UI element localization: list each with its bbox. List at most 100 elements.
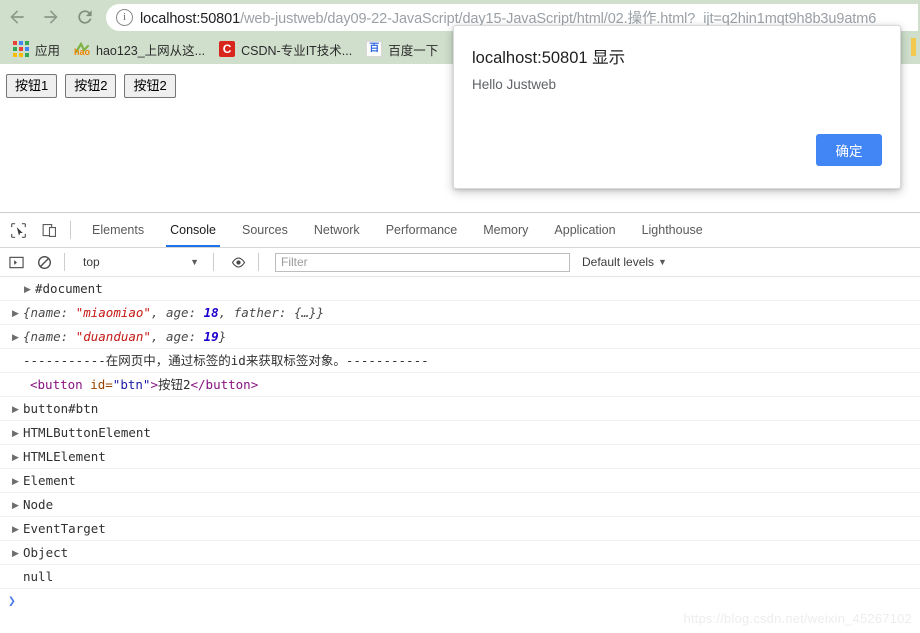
console-toolbar-divider-1: [64, 253, 65, 271]
console-row[interactable]: ▶HTMLElement: [0, 445, 920, 469]
console-token: }: [219, 329, 227, 344]
expand-triangle-icon[interactable]: ▶: [12, 446, 23, 470]
console-token: <button: [30, 377, 83, 392]
bookmark-label: CSDN-专业IT技术...: [241, 40, 352, 59]
chevron-down-icon: ▼: [658, 257, 667, 267]
console-row[interactable]: ▶button#btn: [0, 397, 920, 421]
tab-memory[interactable]: Memory: [470, 213, 541, 247]
watermark: https://blog.csdn.net/weixin_45267102: [683, 611, 912, 626]
console-token: 19: [204, 329, 219, 344]
inspect-element-icon[interactable]: [5, 217, 31, 243]
execution-context-select[interactable]: top ▼: [83, 255, 205, 269]
bookmark-hao123[interactable]: hao hao123_上网从这...: [67, 37, 212, 61]
toolbar-divider: [70, 221, 71, 239]
expand-triangle-icon[interactable]: ▶: [12, 398, 23, 422]
bookmark-label: hao123_上网从这...: [96, 40, 205, 59]
console-row[interactable]: null: [0, 565, 920, 589]
console-row[interactable]: ▶EventTarget: [0, 517, 920, 541]
site-info-icon[interactable]: i: [116, 9, 133, 26]
forward-button[interactable]: [34, 0, 68, 34]
hao123-icon-text: hao: [74, 44, 90, 60]
reload-button[interactable]: [68, 0, 102, 34]
device-toolbar-icon[interactable]: [36, 217, 62, 243]
inspect-cursor-icon: [10, 222, 27, 239]
reload-icon: [75, 7, 95, 27]
console-row-text: null: [23, 569, 53, 584]
context-value: top: [83, 255, 100, 269]
page-button-3[interactable]: 按钮2: [124, 74, 175, 98]
bookmark-overflow-marker[interactable]: [911, 38, 916, 56]
eye-icon: [231, 255, 246, 270]
expand-triangle-icon[interactable]: ▶: [12, 542, 23, 566]
console-row[interactable]: ▶#document: [0, 277, 920, 301]
apps-grid-icon: [13, 41, 29, 57]
page-button-2[interactable]: 按钮2: [65, 74, 116, 98]
baidu-icon: 百: [366, 41, 382, 57]
clear-console-icon[interactable]: [32, 250, 56, 274]
console-sidebar-icon[interactable]: [4, 250, 28, 274]
console-token: {name:: [23, 329, 76, 344]
console-row[interactable]: ▶Node: [0, 493, 920, 517]
console-token: {name:: [23, 305, 76, 320]
expand-triangle-icon[interactable]: ▶: [12, 518, 23, 542]
console-row[interactable]: ▶HTMLButtonElement: [0, 421, 920, 445]
console-row-text: -----------在网页中，通过标签的id来获取标签对象。---------…: [23, 353, 429, 368]
url-host: localhost:50801: [140, 11, 240, 27]
console-toolbar: top ▼ Filter Default levels ▼: [0, 248, 920, 277]
live-expression-icon[interactable]: [226, 250, 250, 274]
page-button-group: 按钮1 按钮2 按钮2: [6, 74, 176, 98]
console-row[interactable]: ▶{name: "miaomiao", age: 18, father: {…}…: [0, 301, 920, 325]
sidebar-toggle-icon: [9, 255, 24, 270]
tab-lighthouse[interactable]: Lighthouse: [629, 213, 716, 247]
expand-triangle-icon[interactable]: ▶: [12, 326, 23, 350]
tab-performance[interactable]: Performance: [373, 213, 471, 247]
console-row[interactable]: <button id="btn">按钮2</button>: [0, 373, 920, 397]
bookmark-baidu[interactable]: 百 百度一下: [359, 37, 445, 61]
expand-triangle-icon[interactable]: ▶: [12, 470, 23, 494]
console-token: "miaomiao": [76, 305, 151, 320]
filter-input[interactable]: Filter: [275, 253, 570, 272]
tab-elements[interactable]: Elements: [79, 213, 157, 247]
console-row[interactable]: ▶Object: [0, 541, 920, 565]
expand-triangle-icon[interactable]: ▶: [24, 278, 35, 302]
no-entry-icon: [37, 255, 52, 270]
tab-network[interactable]: Network: [301, 213, 373, 247]
log-levels-label: Default levels: [582, 255, 654, 269]
forward-arrow-icon: [41, 7, 61, 27]
responsive-device-icon: [41, 222, 58, 239]
csdn-icon: C: [219, 41, 235, 57]
dialog-message: Hello Justweb: [472, 77, 556, 92]
console-row-text: Object: [23, 545, 68, 560]
console-toolbar-divider-3: [258, 253, 259, 271]
console-message-list[interactable]: ▶#document▶{name: "miaomiao", age: 18, f…: [0, 277, 920, 633]
expand-triangle-icon[interactable]: ▶: [12, 302, 23, 326]
console-token: "duanduan": [76, 329, 151, 344]
console-token: 按钮2: [158, 377, 191, 392]
expand-triangle-icon[interactable]: ▶: [12, 494, 23, 518]
dialog-ok-button[interactable]: 确定: [816, 134, 882, 166]
javascript-alert-dialog: localhost:50801 显示 Hello Justweb 确定: [453, 25, 901, 189]
console-row-text: button#btn: [23, 401, 98, 416]
tab-console[interactable]: Console: [157, 213, 229, 247]
console-row[interactable]: ▶Element: [0, 469, 920, 493]
back-arrow-icon: [7, 7, 27, 27]
log-levels-select[interactable]: Default levels ▼: [582, 255, 667, 269]
console-token: id=: [83, 377, 113, 392]
bookmark-csdn[interactable]: C CSDN-专业IT技术...: [212, 37, 359, 61]
tab-sources[interactable]: Sources: [229, 213, 301, 247]
dialog-title: localhost:50801 显示: [472, 44, 625, 68]
expand-triangle-icon[interactable]: ▶: [12, 422, 23, 446]
bookmark-label: 应用: [35, 40, 60, 59]
console-row[interactable]: ▶{name: "duanduan", age: 19}: [0, 325, 920, 349]
console-row-text: HTMLElement: [23, 449, 106, 464]
console-token: </button>: [191, 377, 259, 392]
bookmark-apps[interactable]: 应用: [6, 37, 67, 61]
console-token: "btn": [113, 377, 151, 392]
back-button[interactable]: [0, 0, 34, 34]
tab-application[interactable]: Application: [541, 213, 628, 247]
bookmark-label: 百度一下: [388, 40, 438, 59]
console-row[interactable]: -----------在网页中，通过标签的id来获取标签对象。---------…: [0, 349, 920, 373]
console-token: , father: {…}}: [219, 305, 324, 320]
page-button-1[interactable]: 按钮1: [6, 74, 57, 98]
console-token: >: [150, 377, 158, 392]
